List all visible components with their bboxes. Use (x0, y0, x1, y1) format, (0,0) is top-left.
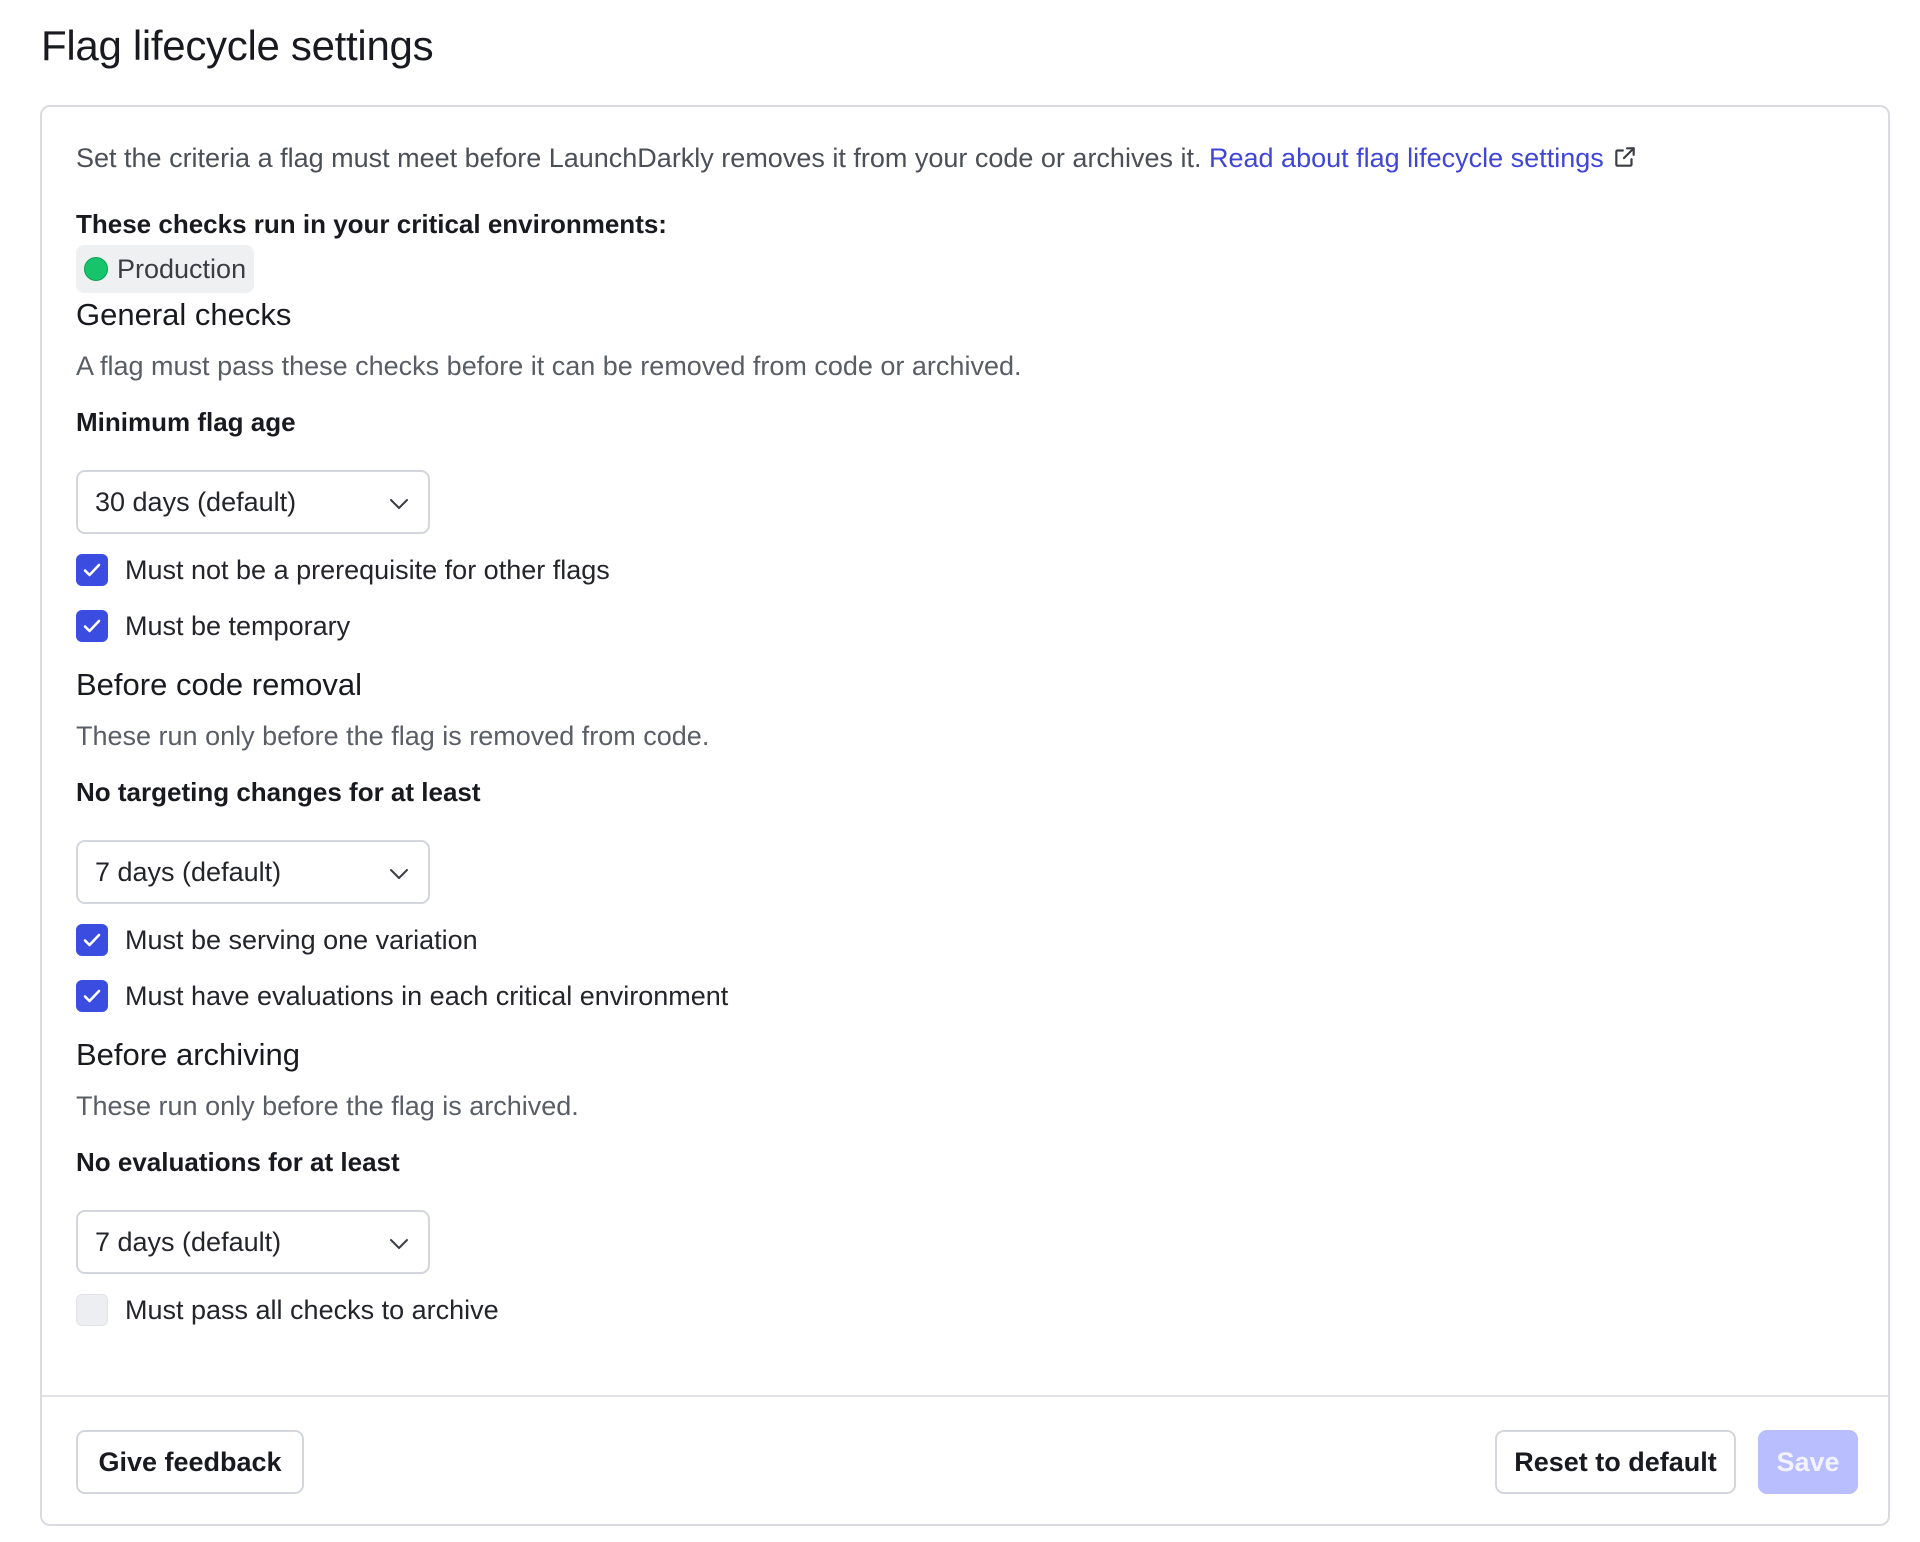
footer-divider (42, 1395, 1888, 1397)
check-must-be-temporary[interactable]: Must be temporary (76, 610, 350, 642)
reset-to-default-button[interactable]: Reset to default (1495, 1430, 1736, 1494)
checkbox-checked[interactable] (76, 610, 108, 642)
check-label: Must pass all checks to archive (125, 1294, 499, 1325)
chevron-down-icon (388, 857, 410, 888)
no-targeting-changes-select[interactable]: 7 days (default) (76, 840, 430, 904)
no-targeting-changes-label: No targeting changes for at least (76, 777, 481, 807)
minimum-flag-age-select[interactable]: 30 days (default) (76, 470, 430, 534)
no-evaluations-label: No evaluations for at least (76, 1147, 400, 1177)
critical-environments-label: These checks run in your critical enviro… (76, 209, 667, 239)
check-evaluations-critical-env[interactable]: Must have evaluations in each critical e… (76, 980, 728, 1012)
intro-text: Set the criteria a flag must meet before… (76, 143, 1638, 177)
general-checks-title: General checks (76, 297, 292, 332)
save-button[interactable]: Save (1758, 1430, 1858, 1494)
check-label: Must be serving one variation (125, 924, 478, 955)
checkbox-checked[interactable] (76, 924, 108, 956)
page-title: Flag lifecycle settings (41, 22, 434, 69)
check-not-prerequisite[interactable]: Must not be a prerequisite for other fla… (76, 554, 610, 586)
external-link-icon (1612, 144, 1638, 177)
give-feedback-button[interactable]: Give feedback (76, 1430, 304, 1494)
chevron-down-icon (388, 1227, 410, 1258)
checkbox-checked[interactable] (76, 980, 108, 1012)
checkbox-checked[interactable] (76, 554, 108, 586)
no-evaluations-value: 7 days (default) (95, 1226, 282, 1257)
settings-card: Set the criteria a flag must meet before… (40, 105, 1890, 1526)
no-targeting-changes-value: 7 days (default) (95, 856, 282, 887)
check-label: Must be temporary (125, 610, 351, 641)
chevron-down-icon (388, 487, 410, 518)
intro-description: Set the criteria a flag must meet before… (76, 143, 1202, 173)
docs-link-label: Read about flag lifecycle settings (1209, 143, 1604, 173)
before-archiving-title: Before archiving (76, 1037, 301, 1072)
docs-link[interactable]: Read about flag lifecycle settings (1209, 143, 1638, 173)
no-evaluations-select[interactable]: 7 days (default) (76, 1210, 430, 1274)
minimum-flag-age-value: 30 days (default) (95, 486, 297, 517)
environment-chip-production: Production (76, 245, 255, 293)
environment-status-dot (84, 257, 108, 281)
general-checks-description: A flag must pass these checks before it … (76, 351, 1022, 381)
check-serving-one-variation[interactable]: Must be serving one variation (76, 924, 478, 956)
checkbox-unchecked[interactable] (76, 1294, 108, 1326)
minimum-flag-age-label: Minimum flag age (76, 407, 296, 437)
before-code-removal-description: These run only before the flag is remove… (76, 721, 710, 751)
before-code-removal-title: Before code removal (76, 667, 363, 702)
before-archiving-description: These run only before the flag is archiv… (76, 1091, 579, 1121)
check-label: Must not be a prerequisite for other fla… (125, 554, 610, 585)
check-label: Must have evaluations in each critical e… (125, 980, 729, 1011)
check-pass-all-to-archive[interactable]: Must pass all checks to archive (76, 1294, 499, 1326)
environment-chip-label: Production (117, 253, 247, 284)
